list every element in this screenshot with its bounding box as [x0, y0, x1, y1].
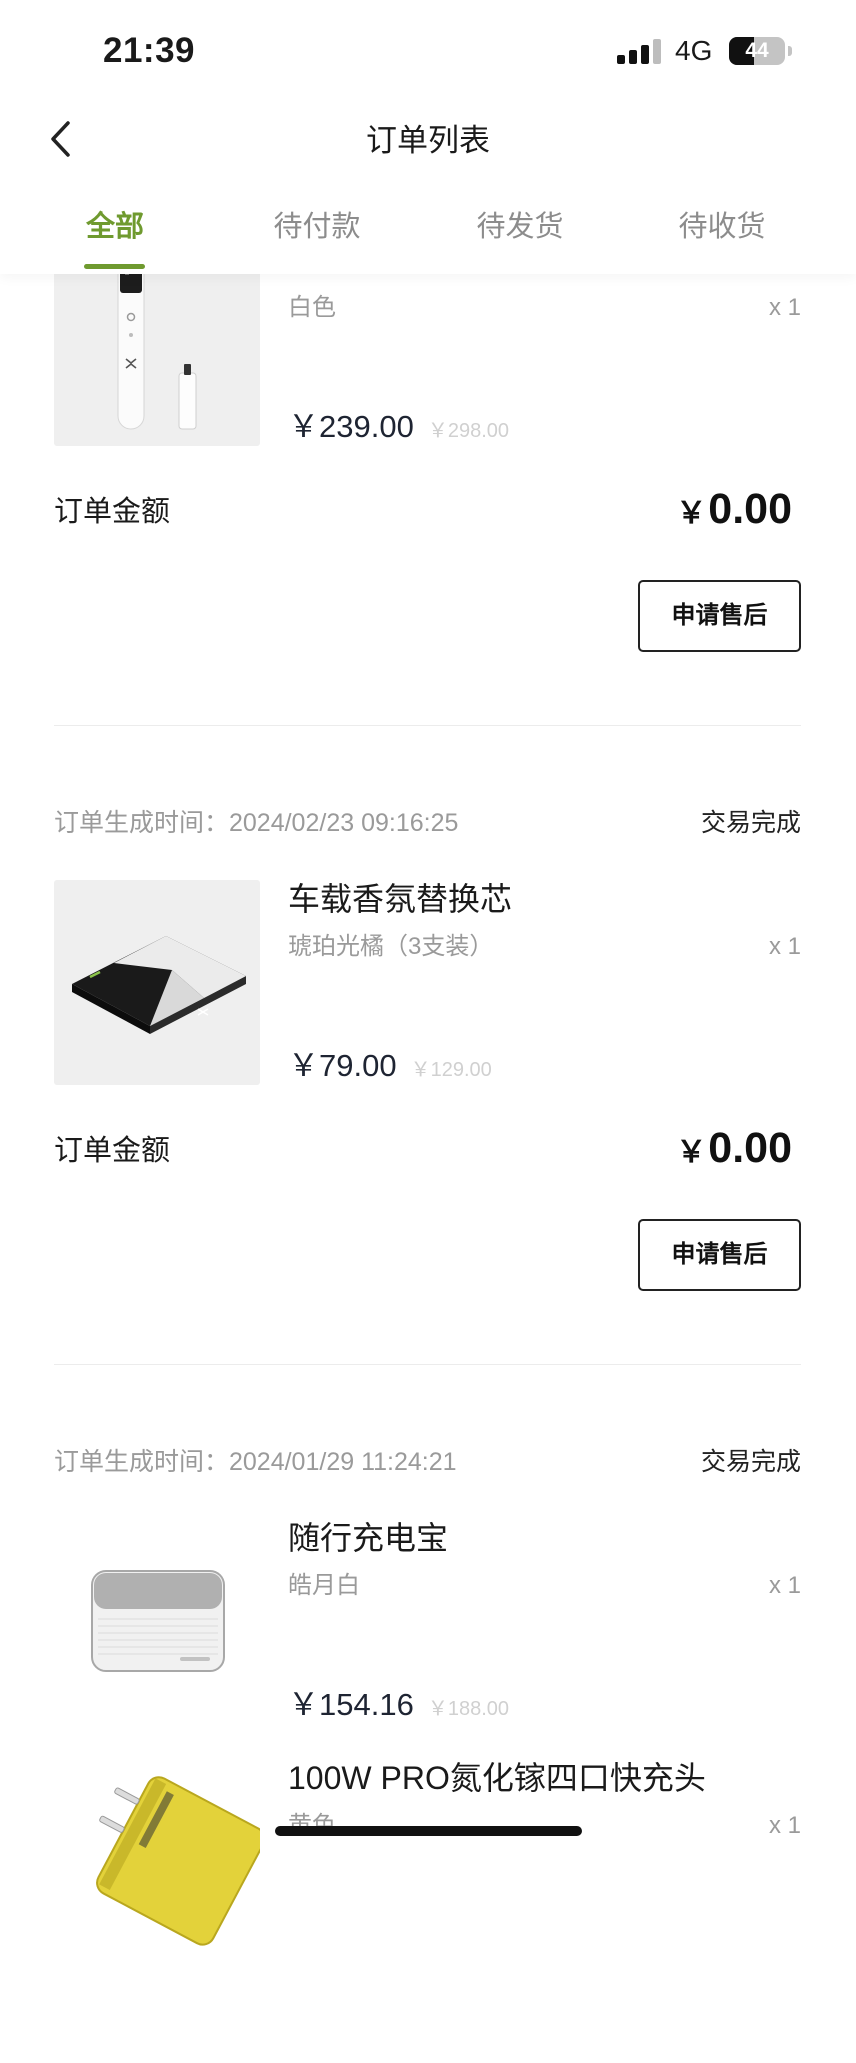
- tab-all[interactable]: 全部: [35, 204, 195, 250]
- order-divider: [54, 725, 801, 726]
- item-spec: 琥珀光橘（3支装）: [288, 933, 494, 960]
- status-time: 21:39: [103, 31, 196, 70]
- order-item[interactable]: 车载香氛替换芯 琥珀光橘（3支装） x 1 ￥79.00 ￥129.00: [54, 880, 801, 1120]
- item-price: ￥79.00 ￥129.00: [288, 1047, 492, 1091]
- order-divider: [54, 1364, 801, 1365]
- page-title: 订单列表: [366, 123, 490, 158]
- order-status: 交易完成: [700, 809, 801, 837]
- order-amount: ￥0.00: [676, 1124, 792, 1173]
- item-name: 100W PRO氮化镓四口快充头: [288, 1760, 706, 1796]
- original-price: ￥129.00: [410, 1059, 492, 1081]
- product-image[interactable]: [54, 1759, 260, 1964]
- order-amount-row: 订单金额 ￥0.00: [54, 481, 801, 537]
- order-header: 订单生成时间：2024/01/29 11:24:21 交易完成: [54, 1429, 801, 1491]
- order-item[interactable]: 随行充电宝 皓月白 x 1 ￥154.16 ￥188.00: [54, 1519, 801, 1759]
- order-card: 订单生成时间：2024/01/29 11:24:21 交易完成 随行充电宝 皓月…: [54, 1429, 801, 1999]
- item-quantity: x 1: [768, 1572, 801, 1599]
- order-created-time: 订单生成时间：2024/02/23 09:16:25: [54, 809, 459, 837]
- order-item[interactable]: 100W PRO氮化镓四口快充头 黄色 x 1: [54, 1759, 801, 1999]
- item-price: ￥239.00 ￥298.00: [288, 408, 509, 452]
- battery-nub: [788, 46, 792, 56]
- after-sale-button[interactable]: 申请售后: [638, 1219, 801, 1291]
- order-status: 交易完成: [700, 1448, 801, 1476]
- order-amount: ￥0.00: [676, 485, 792, 534]
- tab-pending-receipt[interactable]: 待收货: [642, 204, 802, 250]
- sale-price: ￥239.00: [288, 409, 414, 444]
- amount-value: 0.00: [708, 1123, 792, 1172]
- item-name: 车载香氛替换芯: [288, 881, 513, 917]
- order-amount-row: 订单金额 ￥0.00: [54, 1120, 801, 1176]
- item-quantity: x 1: [768, 294, 801, 321]
- order-header: 订单生成时间：2024/02/23 09:16:25 交易完成: [54, 790, 801, 852]
- active-tab-indicator: [84, 264, 145, 269]
- original-price: ￥298.00: [427, 420, 509, 442]
- order-card: 订单生成时间：2024/02/23 09:16:25 交易完成 车载香氛替换芯 …: [54, 790, 801, 1365]
- battery-level: 44: [745, 39, 769, 62]
- currency-symbol: ￥: [676, 496, 707, 530]
- sale-price: ￥154.16: [288, 1687, 414, 1722]
- after-sale-button[interactable]: 申请售后: [638, 580, 801, 652]
- product-image[interactable]: [54, 880, 260, 1085]
- network-type: 4G: [675, 35, 713, 66]
- item-price: ￥154.16 ￥188.00: [288, 1686, 509, 1730]
- item-spec: 皓月白: [288, 1572, 360, 1599]
- amount-value: 0.00: [708, 484, 792, 533]
- currency-symbol: ￥: [676, 1135, 707, 1169]
- item-spec: 白色: [288, 294, 336, 321]
- original-price: ￥188.00: [427, 1698, 509, 1720]
- order-created-time: 订单生成时间：2024/01/29 11:24:21: [54, 1448, 457, 1476]
- battery-icon: 44: [729, 37, 785, 65]
- home-indicator[interactable]: [275, 1826, 582, 1836]
- item-name: 随行充电宝: [288, 1520, 449, 1556]
- order-list: 白色 x 1 ￥239.00 ￥298.00 订单金额 ￥0.00 申请售后 订单…: [54, 151, 801, 2063]
- signal-icon: [617, 38, 663, 64]
- item-quantity: x 1: [768, 933, 801, 960]
- app-header: 21:39 4G 44 订单列表 全部 待付款 待发货 待收货: [0, 0, 856, 274]
- product-image[interactable]: [54, 1519, 260, 1724]
- order-amount-label: 订单金额: [54, 1135, 171, 1167]
- order-amount-label: 订单金额: [54, 496, 171, 528]
- sale-price: ￥79.00: [288, 1048, 397, 1083]
- tab-pending-shipment[interactable]: 待发货: [440, 204, 600, 250]
- tab-pending-payment[interactable]: 待付款: [237, 204, 397, 250]
- item-quantity: x 1: [768, 1812, 801, 1839]
- order-item[interactable]: 白色 x 1 ￥239.00 ￥298.00: [54, 241, 801, 481]
